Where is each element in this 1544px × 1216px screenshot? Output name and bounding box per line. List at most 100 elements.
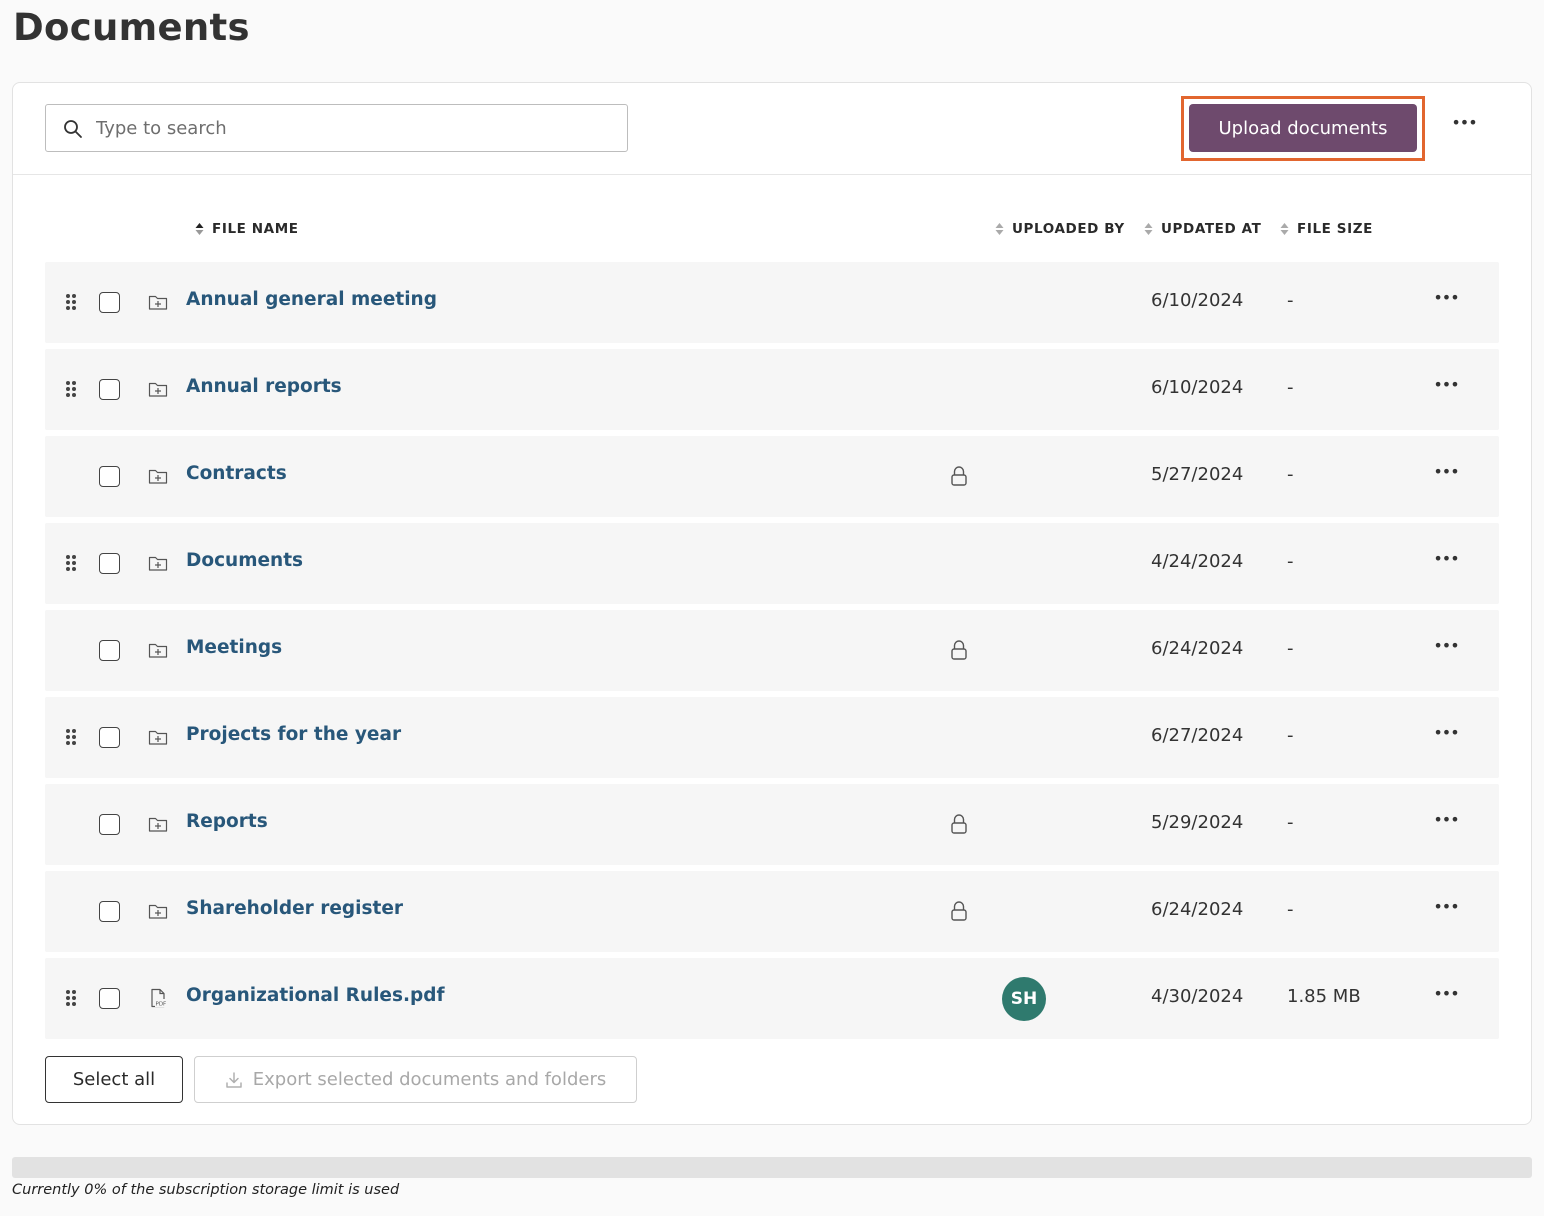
- column-label-file-name: FILE NAME: [212, 221, 299, 237]
- folder-icon: [148, 730, 168, 745]
- lock-icon: [951, 814, 967, 834]
- storage-usage-bar: [12, 1157, 1532, 1178]
- row-more-icon[interactable]: •••: [1433, 549, 1459, 577]
- select-all-button[interactable]: Select all: [45, 1056, 183, 1103]
- file-name-link[interactable]: Contracts: [186, 463, 287, 484]
- file-name-link[interactable]: Organizational Rules.pdf: [186, 985, 445, 1006]
- row-more-icon[interactable]: •••: [1433, 288, 1459, 316]
- file-name-link[interactable]: Projects for the year: [186, 724, 401, 745]
- updated-at-cell: 4/30/2024: [1151, 986, 1244, 1007]
- export-label: Export selected documents and folders: [252, 1069, 607, 1090]
- row-more-icon[interactable]: •••: [1433, 984, 1459, 1012]
- folder-icon: [148, 817, 168, 832]
- table-row[interactable]: Meetings 6/24/2024 - •••: [45, 610, 1499, 691]
- row-more-icon[interactable]: •••: [1433, 810, 1459, 838]
- folder-icon: [148, 556, 168, 571]
- updated-at-cell: 6/24/2024: [1151, 899, 1244, 920]
- column-label-file-size: FILE SIZE: [1297, 221, 1373, 237]
- table-row[interactable]: Annual general meeting 6/10/2024 - •••: [45, 262, 1499, 343]
- row-checkbox[interactable]: [99, 988, 120, 1009]
- file-size-cell: -: [1287, 638, 1294, 659]
- column-header-file-size[interactable]: FILE SIZE: [1280, 219, 1373, 239]
- file-name-link[interactable]: Meetings: [186, 637, 282, 658]
- row-more-icon[interactable]: •••: [1433, 636, 1459, 664]
- updated-at-cell: 6/10/2024: [1151, 290, 1244, 311]
- drag-handle-icon[interactable]: [65, 554, 77, 572]
- row-checkbox[interactable]: [99, 901, 120, 922]
- sort-icon: [1144, 223, 1153, 235]
- drag-handle-icon[interactable]: [65, 989, 77, 1007]
- page-title: Documents: [13, 6, 250, 49]
- file-name-link[interactable]: Reports: [186, 811, 268, 832]
- search-icon: [64, 120, 82, 138]
- row-checkbox[interactable]: [99, 640, 120, 661]
- row-more-icon[interactable]: •••: [1433, 375, 1459, 403]
- svg-text:PDF: PDF: [156, 1002, 167, 1008]
- row-checkbox[interactable]: [99, 379, 120, 400]
- folder-icon: [148, 469, 168, 484]
- download-icon: [226, 1071, 242, 1088]
- updated-at-cell: 4/24/2024: [1151, 551, 1244, 572]
- file-name-link[interactable]: Annual general meeting: [186, 289, 437, 310]
- search-box[interactable]: [45, 104, 628, 152]
- row-more-icon[interactable]: •••: [1433, 723, 1459, 751]
- folder-icon: [148, 904, 168, 919]
- row-more-icon[interactable]: •••: [1433, 897, 1459, 925]
- documents-card: Upload documents ••• FILE NAME UPLOADED …: [12, 82, 1532, 1125]
- row-checkbox[interactable]: [99, 553, 120, 574]
- drag-handle-icon[interactable]: [65, 380, 77, 398]
- row-checkbox[interactable]: [99, 814, 120, 835]
- pdf-file-icon: PDF: [151, 988, 168, 1008]
- table-row[interactable]: Documents 4/24/2024 - •••: [45, 523, 1499, 604]
- row-checkbox[interactable]: [99, 466, 120, 487]
- table-row[interactable]: Shareholder register 6/24/2024 - •••: [45, 871, 1499, 952]
- updated-at-cell: 6/24/2024: [1151, 638, 1244, 659]
- file-size-cell: -: [1287, 725, 1294, 746]
- row-more-icon[interactable]: •••: [1433, 462, 1459, 490]
- toolbar-more-icon[interactable]: •••: [1451, 113, 1477, 141]
- file-size-cell: -: [1287, 290, 1294, 311]
- drag-handle-icon[interactable]: [65, 728, 77, 746]
- file-size-cell: 1.85 MB: [1287, 986, 1361, 1007]
- column-label-updated-at: UPDATED AT: [1161, 221, 1262, 237]
- table-row[interactable]: Reports 5/29/2024 - •••: [45, 784, 1499, 865]
- table-row[interactable]: Annual reports 6/10/2024 - •••: [45, 349, 1499, 430]
- search-input[interactable]: [96, 113, 616, 143]
- sort-icon: [195, 223, 204, 235]
- file-name-link[interactable]: Shareholder register: [186, 898, 403, 919]
- file-name-link[interactable]: Documents: [186, 550, 303, 571]
- folder-icon: [148, 643, 168, 658]
- row-checkbox[interactable]: [99, 727, 120, 748]
- updated-at-cell: 5/27/2024: [1151, 464, 1244, 485]
- file-size-cell: -: [1287, 812, 1294, 833]
- row-checkbox[interactable]: [99, 292, 120, 313]
- table-row[interactable]: Contracts 5/27/2024 - •••: [45, 436, 1499, 517]
- folder-icon: [148, 295, 168, 310]
- folder-icon: [148, 382, 168, 397]
- file-name-link[interactable]: Annual reports: [186, 376, 342, 397]
- lock-icon: [951, 640, 967, 660]
- updated-at-cell: 6/27/2024: [1151, 725, 1244, 746]
- drag-handle-icon[interactable]: [65, 293, 77, 311]
- avatar: SH: [1002, 977, 1046, 1021]
- storage-usage-text: Currently 0% of the subscription storage…: [12, 1182, 400, 1198]
- table-row[interactable]: Projects for the year 6/27/2024 - •••: [45, 697, 1499, 778]
- column-header-file-name[interactable]: FILE NAME: [195, 219, 299, 239]
- documents-list: Annual general meeting 6/10/2024- ••• Annua…: [45, 262, 1499, 1045]
- updated-at-cell: 6/10/2024: [1151, 377, 1244, 398]
- file-size-cell: -: [1287, 551, 1294, 572]
- sort-icon: [1280, 223, 1289, 235]
- column-header-uploaded-by[interactable]: UPLOADED BY: [995, 219, 1125, 239]
- table-row[interactable]: PDF Organizational Rules.pdf SH 4/30/2024 1.…: [45, 958, 1499, 1039]
- column-label-uploaded-by: UPLOADED BY: [1012, 221, 1125, 237]
- toolbar: Upload documents •••: [13, 83, 1531, 175]
- lock-icon: [951, 901, 967, 921]
- lock-icon: [951, 466, 967, 486]
- file-size-cell: -: [1287, 899, 1294, 920]
- file-size-cell: -: [1287, 377, 1294, 398]
- sort-icon: [995, 223, 1004, 235]
- upload-documents-button[interactable]: Upload documents: [1189, 104, 1417, 152]
- file-size-cell: -: [1287, 464, 1294, 485]
- updated-at-cell: 5/29/2024: [1151, 812, 1244, 833]
- column-header-updated-at[interactable]: UPDATED AT: [1144, 219, 1261, 239]
